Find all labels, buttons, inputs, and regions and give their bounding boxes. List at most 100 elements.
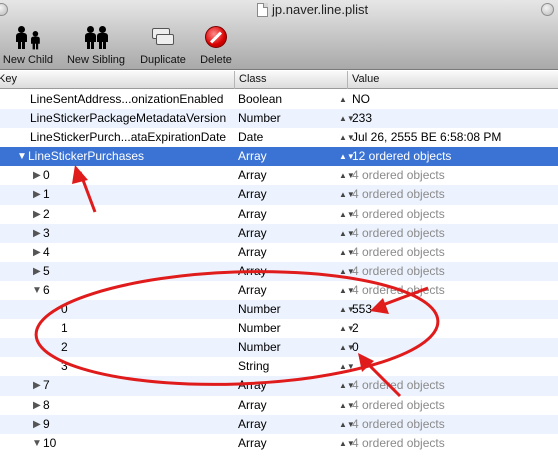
plist-row[interactable]: 1 Number ▲▼ 2 (0, 319, 558, 338)
plist-row[interactable]: ▶ 7 Array ▲▼ 4 ordered objects (0, 376, 558, 396)
new-child-button[interactable]: New Child (0, 20, 56, 70)
plist-row[interactable]: 3 String ▲▼ (0, 357, 558, 376)
row-class[interactable]: Array (238, 166, 267, 185)
row-class[interactable]: Array (238, 185, 267, 204)
toolbar-toggle-button[interactable] (541, 3, 554, 16)
key-column-header[interactable]: Key (0, 73, 17, 85)
row-class[interactable]: Array (238, 415, 267, 434)
new-child-label: New Child (2, 54, 54, 66)
new-sibling-button[interactable]: New Sibling (64, 20, 128, 70)
plist-row[interactable]: ▶ 1 Array ▲▼ 4 ordered objects (0, 185, 558, 205)
plist-row[interactable]: 0 Number ▲▼ 553 (0, 300, 558, 320)
column-header: Key Class Value (0, 71, 558, 89)
document-icon (257, 3, 268, 17)
row-value[interactable]: 553 (352, 300, 372, 319)
row-class[interactable]: Array (238, 262, 267, 281)
column-separator[interactable] (234, 71, 235, 89)
row-class[interactable]: Array (238, 147, 267, 166)
row-class[interactable]: Array (238, 376, 267, 395)
disclosure-triangle-collapsed-icon[interactable]: ▶ (33, 205, 41, 224)
plist-row[interactable]: 2 Number ▲▼ 0 (0, 338, 558, 358)
disclosure-triangle-collapsed-icon[interactable]: ▶ (33, 415, 41, 434)
plist-row[interactable]: ▶ 0 Array ▲▼ 4 ordered objects (0, 166, 558, 185)
plist-row[interactable]: ▼ 10 Array ▲▼ 4 ordered objects (0, 434, 558, 453)
row-class[interactable]: Number (238, 300, 281, 319)
row-value[interactable]: 2 (352, 319, 359, 338)
plist-row[interactable]: ▶ 9 Array ▲▼ 4 ordered objects (0, 414, 558, 434)
row-class[interactable]: Array (238, 205, 267, 224)
row-class[interactable]: Array (238, 243, 267, 262)
plist-outline: LineSentAddress...onizationEnabled Boole… (0, 90, 558, 453)
delete-label: Delete (200, 54, 232, 66)
new-sibling-label: New Sibling (66, 54, 126, 66)
disclosure-triangle-collapsed-icon[interactable]: ▶ (33, 224, 41, 243)
row-class[interactable]: Boolean (238, 90, 282, 109)
plist-row[interactable]: ▶ 4 Array ▲▼ 4 ordered objects (0, 243, 558, 262)
row-key: 5 (43, 263, 50, 278)
row-value[interactable]: 0 (352, 338, 359, 357)
row-value[interactable]: NO (352, 90, 370, 109)
disclosure-triangle-collapsed-icon[interactable]: ▶ (33, 166, 41, 185)
disclosure-triangle-expanded-icon[interactable]: ▼ (32, 434, 42, 453)
plist-row[interactable]: ▶ 5 Array ▲▼ 4 ordered objects (0, 261, 558, 281)
new-sibling-icon (82, 26, 110, 50)
duplicate-button[interactable]: Duplicate (135, 20, 191, 70)
row-class[interactable]: Number (238, 109, 281, 128)
delete-button[interactable]: Delete (196, 20, 236, 70)
row-value[interactable]: 4 ordered objects (352, 166, 445, 185)
row-value[interactable]: 4 ordered objects (352, 262, 445, 281)
row-value[interactable]: 12 ordered objects (352, 147, 451, 166)
row-key: 0 (61, 302, 68, 317)
new-child-icon (14, 26, 42, 50)
row-value[interactable]: 4 ordered objects (352, 243, 445, 262)
plist-row[interactable]: ▶ 2 Array ▲▼ 4 ordered objects (0, 205, 558, 224)
row-value[interactable]: 4 ordered objects (352, 415, 445, 434)
row-key: 3 (43, 225, 50, 240)
window-zoom-button[interactable] (0, 3, 8, 16)
row-class[interactable]: Number (238, 338, 281, 357)
row-value[interactable]: 4 ordered objects (352, 434, 445, 453)
row-value[interactable]: 4 ordered objects (352, 205, 445, 224)
toolbar: New Child New Sibling Duplicate Delete (0, 20, 558, 70)
row-class[interactable]: Array (238, 396, 267, 415)
row-class[interactable]: Array (238, 434, 267, 453)
plist-row[interactable]: LineStickerPackageMetadataVersion Number… (0, 109, 558, 129)
row-class[interactable]: Date (238, 128, 263, 147)
disclosure-triangle-collapsed-icon[interactable]: ▶ (33, 243, 41, 262)
row-value[interactable]: 4 ordered objects (352, 224, 445, 243)
disclosure-triangle-collapsed-icon[interactable]: ▶ (33, 262, 41, 281)
plist-row-selected[interactable]: ▼ LineStickerPurchases Array ▲▼ 12 order… (0, 147, 558, 167)
plist-row[interactable]: LineSentAddress...onizationEnabled Boole… (0, 90, 558, 123)
disclosure-triangle-collapsed-icon[interactable]: ▶ (33, 376, 41, 395)
row-class[interactable]: String (238, 357, 269, 376)
window-title: jp.naver.line.plist (272, 2, 369, 17)
disclosure-triangle-collapsed-icon[interactable]: ▶ (33, 185, 41, 204)
plist-row[interactable]: ▼ 6 Array ▲▼ 4 ordered objects (0, 281, 558, 300)
value-column-header[interactable]: Value (352, 73, 379, 85)
row-value[interactable]: 4 ordered objects (352, 376, 445, 395)
class-column-header[interactable]: Class (239, 73, 267, 85)
row-key: 8 (43, 397, 50, 412)
stepper-icon[interactable]: ▲▼ (339, 357, 355, 376)
row-class[interactable]: Array (238, 224, 267, 243)
row-class[interactable]: Number (238, 319, 281, 338)
row-key: 0 (43, 168, 50, 183)
disclosure-triangle-expanded-icon[interactable]: ▼ (17, 147, 27, 166)
disclosure-triangle-expanded-icon[interactable]: ▼ (32, 281, 42, 300)
row-value[interactable]: 4 ordered objects (352, 281, 445, 300)
plist-row[interactable]: LineStickerPurch...ataExpirationDate Dat… (0, 128, 558, 147)
plist-row[interactable]: ▶ 3 Array ▲▼ 4 ordered objects (0, 223, 558, 243)
disclosure-triangle-collapsed-icon[interactable]: ▶ (33, 396, 41, 415)
row-value[interactable]: 4 ordered objects (352, 396, 445, 415)
row-key: LineStickerPurchases (28, 149, 145, 164)
duplicate-icon (150, 26, 176, 48)
plist-row[interactable]: ▶ 8 Array ▲▼ 4 ordered objects (0, 396, 558, 415)
row-class[interactable]: Array (238, 281, 267, 300)
row-value[interactable]: Jul 26, 2555 BE 6:58:08 PM (352, 128, 501, 147)
row-value[interactable]: 233 (352, 109, 372, 128)
row-key: LineStickerPackageMetadataVersion (30, 111, 227, 126)
column-separator[interactable] (347, 71, 348, 89)
row-key: 7 (43, 378, 50, 393)
row-key: 1 (43, 187, 50, 202)
row-value[interactable]: 4 ordered objects (352, 185, 445, 204)
